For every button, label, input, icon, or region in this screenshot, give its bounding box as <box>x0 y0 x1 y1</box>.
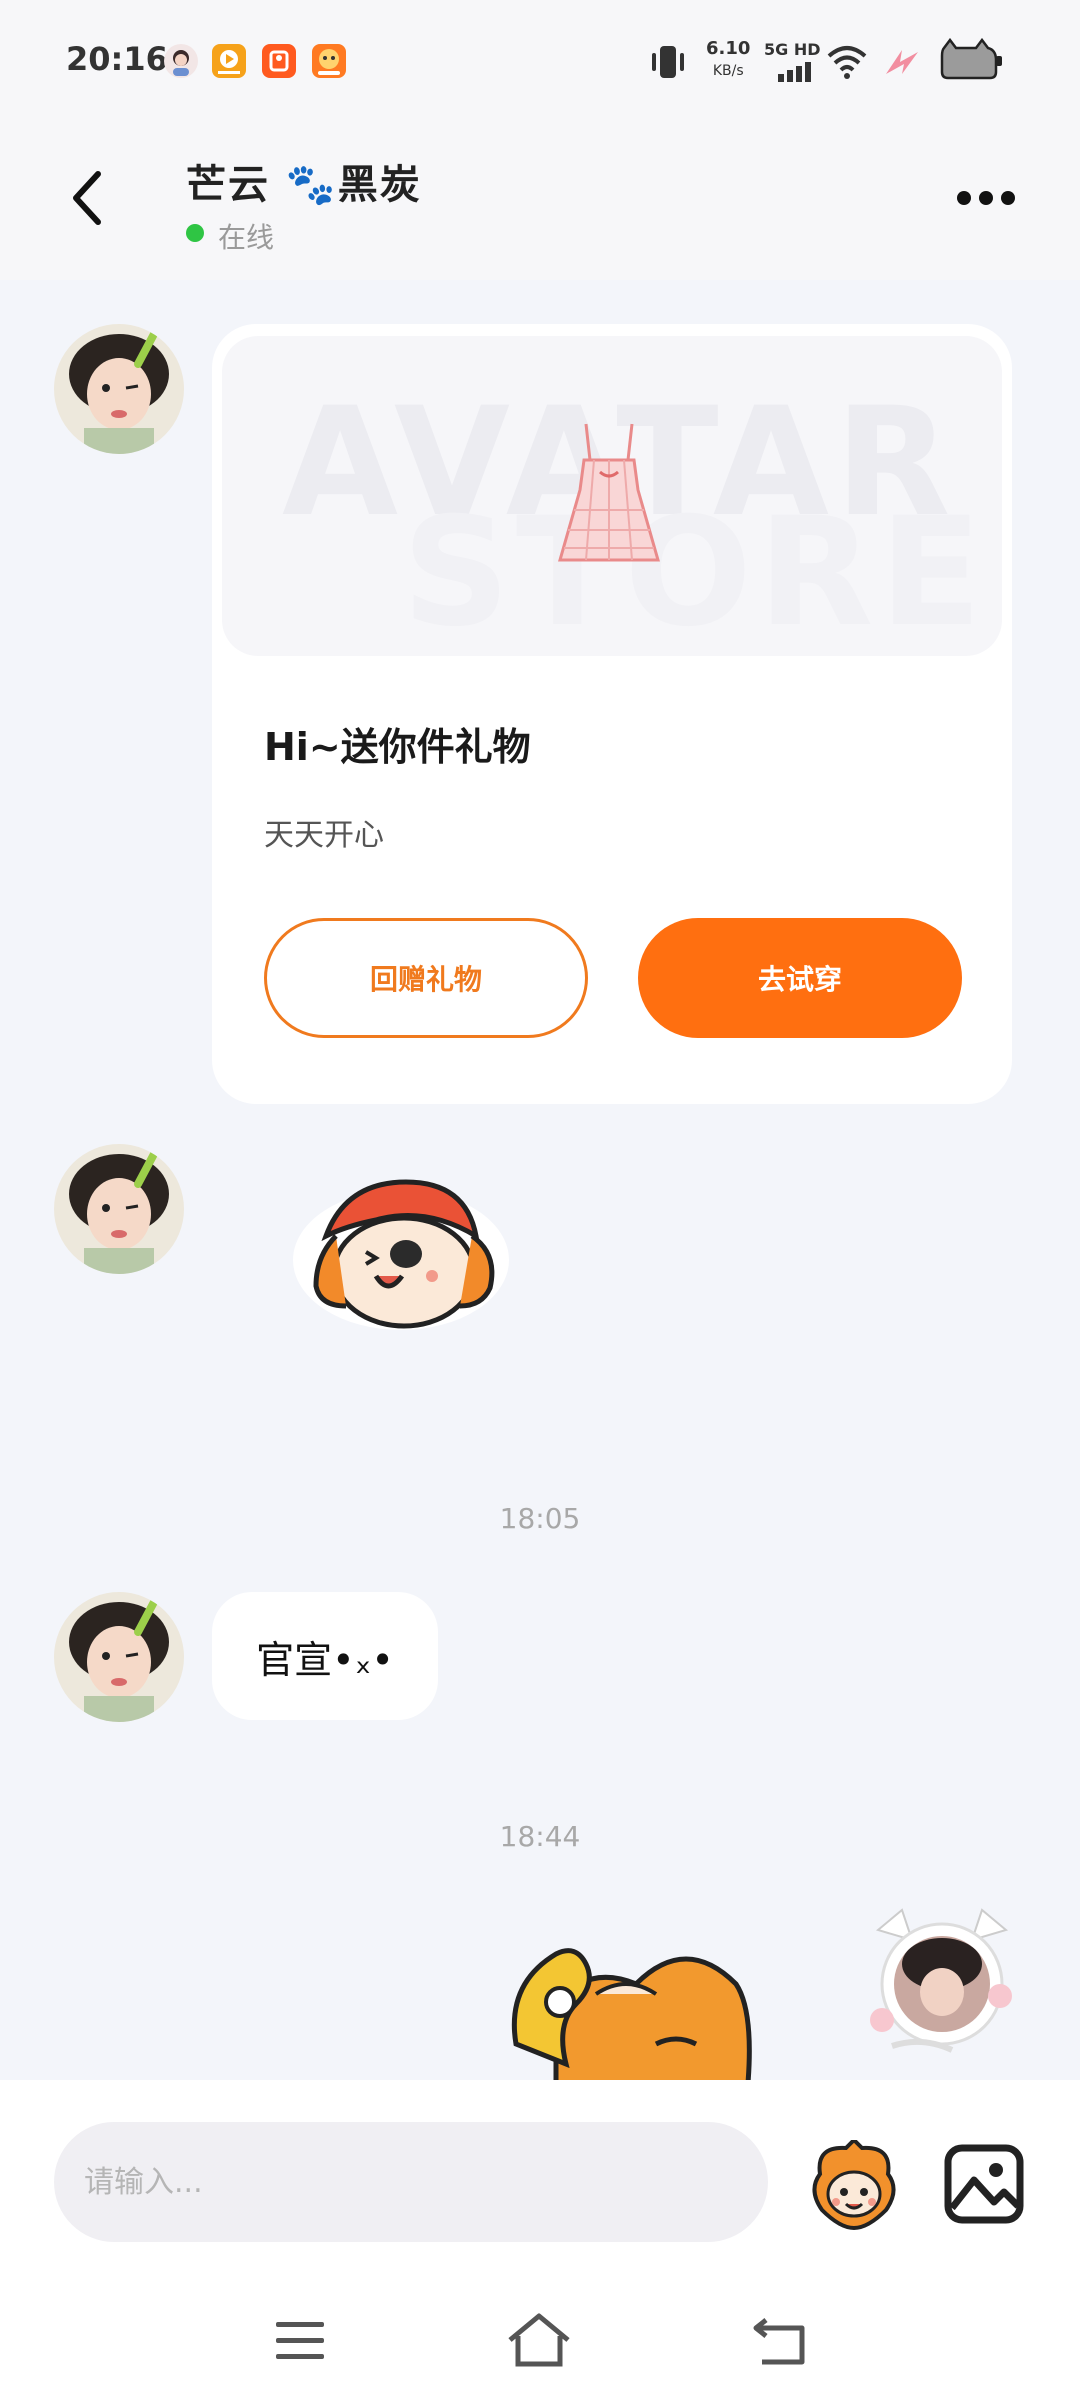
try-on-button[interactable]: 去试穿 <box>638 918 962 1038</box>
contact-name: 芒云 🐾黑炭 <box>186 162 422 208</box>
vibrate-icon <box>648 44 688 84</box>
sticker-button-icon[interactable] <box>806 2137 902 2234</box>
network-type: 5G HD <box>764 40 821 59</box>
message-timestamp: 18:44 <box>499 1820 581 1853</box>
image-picker-icon[interactable] <box>944 2144 1024 2228</box>
banner-watermark-store: STORE <box>402 486 988 656</box>
gift-title: Hi~送你件礼物 <box>264 725 531 769</box>
status-time: 20:16 <box>66 40 168 78</box>
lightning-icon <box>882 46 922 82</box>
video-app-icon <box>212 44 246 78</box>
network-speed: 6.10 KB/s <box>706 38 751 79</box>
back-arrow-icon[interactable] <box>68 168 108 232</box>
battery-cat-icon <box>938 37 1004 86</box>
online-status-dot <box>186 224 204 242</box>
chat-header <box>0 120 1080 280</box>
return-gift-button[interactable]: 回赠礼物 <box>264 918 588 1038</box>
signal-icon <box>778 62 814 86</box>
contact-avatar[interactable] <box>54 1592 184 1722</box>
text-message-bubble[interactable]: 官宣•ₓ• <box>212 1592 438 1720</box>
sticker-ok-hand[interactable] <box>496 1924 796 2080</box>
wifi-icon <box>826 44 868 84</box>
menu-icon[interactable] <box>274 2318 326 2368</box>
sticker-hug[interactable] <box>276 1176 526 1340</box>
game-app-icon <box>312 44 346 78</box>
user-avatar[interactable] <box>862 1900 1022 2060</box>
gift-banner: AVATAR STORE <box>222 336 1002 656</box>
dress-gift-image <box>554 420 664 574</box>
message-input[interactable] <box>54 2122 768 2242</box>
avatar-app-icon <box>164 44 198 78</box>
kuaishou-app-icon <box>262 44 296 78</box>
message-timestamp: 18:05 <box>499 1502 581 1535</box>
contact-avatar[interactable] <box>54 1144 184 1274</box>
text-message: 官宣•ₓ• <box>256 1637 394 1682</box>
more-options-icon[interactable] <box>954 188 1018 212</box>
online-status-text: 在线 <box>218 221 275 254</box>
contact-avatar[interactable] <box>54 324 184 454</box>
gift-subtitle: 天天开心 <box>264 818 384 853</box>
home-icon[interactable] <box>506 2312 572 2372</box>
back-nav-icon[interactable] <box>752 2314 808 2370</box>
